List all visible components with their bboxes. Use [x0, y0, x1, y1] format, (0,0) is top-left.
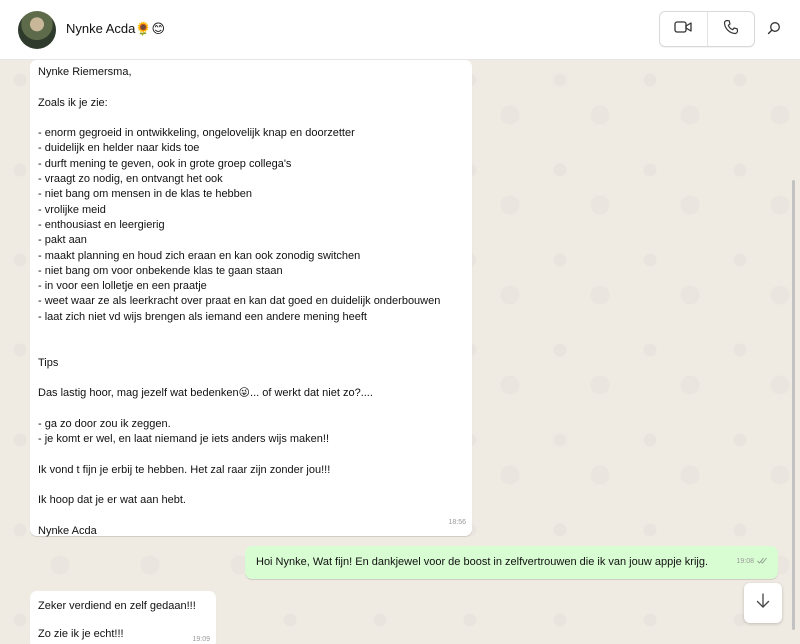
message-time: 19:08: [736, 557, 754, 565]
contact-name[interactable]: Nynke Acda🌻😊: [66, 21, 165, 37]
message-time: 19:09: [192, 636, 210, 643]
call-button-group: [659, 11, 755, 47]
message-time: 18:56: [448, 518, 466, 526]
message-text: Zeker verdiend en zelf gedaan!!! Zo zie …: [38, 600, 196, 640]
message-text: Hoi Nynke, Wat fijn! En dankjewel voor d…: [256, 556, 709, 568]
chat-header: Nynke Acda🌻😊: [0, 0, 800, 60]
message-text: Nynke Riemersma, Zoals ik je zie: - enor…: [38, 66, 441, 537]
video-call-icon: [674, 20, 692, 39]
voice-call-icon: [723, 19, 739, 40]
message-bubble[interactable]: Nynke Riemersma, Zoals ik je zie: - enor…: [30, 60, 472, 537]
avatar[interactable]: [18, 11, 56, 49]
scrollbar[interactable]: [792, 180, 795, 630]
read-receipt-icon: [757, 554, 768, 569]
message-bubble[interactable]: Hoi Nynke, Wat fijn! En dankjewel voor d…: [245, 546, 778, 579]
voice-call-button[interactable]: [706, 12, 755, 46]
video-call-button[interactable]: [660, 12, 707, 46]
message-bubble[interactable]: Zeker verdiend en zelf gedaan!!! Zo zie …: [30, 591, 216, 644]
arrow-down-icon: [756, 592, 770, 614]
search-button[interactable]: [760, 16, 788, 44]
scroll-to-bottom-button[interactable]: [744, 583, 782, 623]
search-icon: [767, 21, 781, 40]
chat-pane[interactable]: Nynke Riemersma, Zoals ik je zie: - enor…: [0, 60, 800, 644]
